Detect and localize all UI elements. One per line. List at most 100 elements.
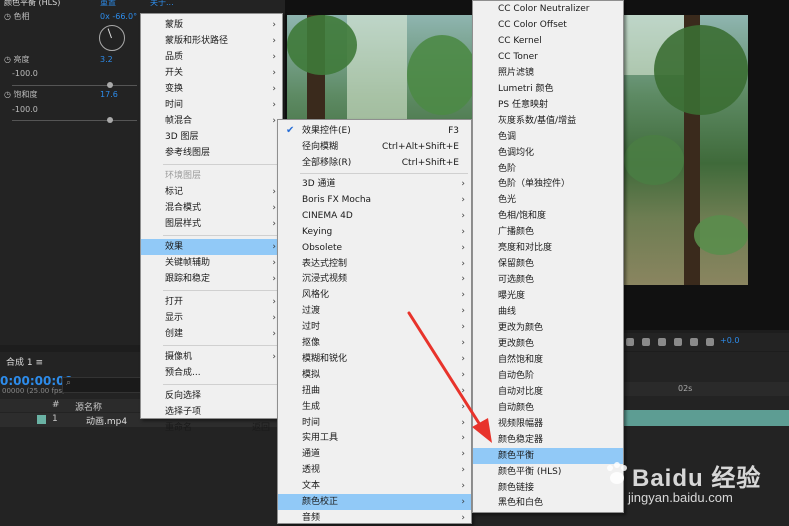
stopwatch-icon[interactable]: ◷ <box>4 12 14 21</box>
lightness-param[interactable]: ◷ 亮度 <box>4 53 30 67</box>
menu-item[interactable]: 效果 › <box>141 239 282 255</box>
menu-item[interactable]: 图层样式 › <box>141 216 282 232</box>
menu-item-category[interactable]: 风格化 › <box>278 287 471 303</box>
menu-item-color-effect[interactable]: CC Toner <box>473 49 623 65</box>
menu-item-category[interactable]: 音频 › <box>278 510 471 526</box>
menu-item-color-effect[interactable]: 广播颜色 <box>473 224 623 240</box>
menu-item-color-effect[interactable]: 更改颜色 <box>473 336 623 352</box>
grid-icon[interactable] <box>674 338 682 346</box>
menu-item-color-effect[interactable]: 色光 <box>473 192 623 208</box>
menu-item-color-effect[interactable]: 色阶 <box>473 161 623 177</box>
menu-item[interactable]: 品质 › <box>141 49 282 65</box>
menu-item-category[interactable]: 颜色校正 › <box>278 494 471 510</box>
menu-item-color-effect[interactable]: CC Color Offset <box>473 17 623 33</box>
saturation-slider-knob[interactable] <box>107 117 113 123</box>
menu-item-category[interactable]: 过渡 › <box>278 303 471 319</box>
menu-item[interactable]: 选择子项 <box>141 404 282 420</box>
menu-item-color-effect[interactable]: 更改为颜色 <box>473 320 623 336</box>
menu-item-color-effect[interactable]: 颜色平衡 <box>473 447 623 464</box>
menu-item-color-effect[interactable]: 黑色和白色 <box>473 495 623 511</box>
saturation-param[interactable]: ◷ 饱和度 <box>4 88 38 102</box>
hue-value[interactable]: 0x -66.0° <box>100 10 137 24</box>
menu-item-category[interactable]: 模拟 › <box>278 367 471 383</box>
hue-param[interactable]: ◷ 色相 <box>4 10 30 24</box>
menu-item-category[interactable]: 实用工具 › <box>278 430 471 446</box>
saturation-value[interactable]: 17.6 <box>100 88 118 102</box>
menu-item[interactable]: 反向选择 <box>141 388 282 404</box>
camera-icon[interactable] <box>626 338 634 346</box>
menu-item-category[interactable]: Keying › <box>278 224 471 240</box>
menu-item[interactable]: 变换 › <box>141 81 282 97</box>
menu-item-category[interactable]: 扭曲 › <box>278 383 471 399</box>
menu-item-category[interactable]: 模糊和锐化 › <box>278 351 471 367</box>
menu-item[interactable]: 蒙版和形状路径 › <box>141 33 282 49</box>
menu-item-color-effect[interactable]: 色调 <box>473 129 623 145</box>
comp-tab[interactable]: 合成 1 ≡ <box>6 355 43 368</box>
menu-item-category[interactable]: 时间 › <box>278 415 471 431</box>
menu-item-category[interactable]: 透视 › <box>278 462 471 478</box>
menu-item-color-effect[interactable]: 自动对比度 <box>473 384 623 400</box>
menu-item[interactable]: 显示 › <box>141 310 282 326</box>
hue-dial[interactable] <box>99 25 125 51</box>
menu-item-color-effect[interactable]: 可选颜色 <box>473 272 623 288</box>
lightness-value[interactable]: 3.2 <box>100 53 113 67</box>
menu-item-remove-all[interactable]: 全部移除(R) Ctrl+Shift+E <box>278 155 471 171</box>
menu-item-effect-controls[interactable]: ✔ 效果控件(E) F3 <box>278 123 471 139</box>
menu-item[interactable]: 创建 › <box>141 326 282 342</box>
stopwatch-icon[interactable]: ◷ <box>4 55 14 64</box>
menu-item-category[interactable]: 文本 › <box>278 478 471 494</box>
about-link[interactable]: 关于... <box>150 0 174 10</box>
menu-item[interactable]: 混合模式 › <box>141 200 282 216</box>
menu-item[interactable]: 重命名 返回 <box>141 420 282 436</box>
channel-icon[interactable] <box>642 338 650 346</box>
menu-item-color-effect[interactable]: 自然饱和度 <box>473 352 623 368</box>
menu-item-category[interactable]: Boris FX Mocha › <box>278 192 471 208</box>
region-icon[interactable] <box>658 338 666 346</box>
menu-item-category[interactable]: 沉浸式视频 › <box>278 271 471 287</box>
menu-item-category[interactable]: 抠像 › <box>278 335 471 351</box>
menu-item[interactable]: 开关 › <box>141 65 282 81</box>
search-input[interactable]: ⌕ <box>62 377 144 393</box>
menu-item[interactable]: 蒙版 › <box>141 17 282 33</box>
layer-label-color[interactable] <box>37 415 46 424</box>
tab-menu-icon[interactable]: ≡ <box>35 358 43 368</box>
menu-item[interactable]: 标记 › <box>141 184 282 200</box>
menu-item-color-effect[interactable]: 曲线 <box>473 304 623 320</box>
menu-item-category[interactable]: 生成 › <box>278 399 471 415</box>
menu-item-category[interactable]: 3D 通道 › <box>278 176 471 192</box>
exposure-value[interactable]: +0.0 <box>720 336 739 345</box>
menu-item[interactable]: 参考线图层 <box>141 145 282 161</box>
menu-item-color-effect[interactable]: CC Kernel <box>473 33 623 49</box>
menu-item-category[interactable]: CINEMA 4D › <box>278 208 471 224</box>
menu-item-color-effect[interactable]: 色调均化 <box>473 145 623 161</box>
menu-item-radial-blur[interactable]: 径向模糊 Ctrl+Alt+Shift+E <box>278 139 471 155</box>
menu-item[interactable]: 3D 图层 <box>141 129 282 145</box>
lightness-slider[interactable] <box>12 85 137 86</box>
menu-item-color-effect[interactable]: 色相/饱和度 <box>473 208 623 224</box>
menu-item-category[interactable]: 过时 › <box>278 319 471 335</box>
menu-item[interactable]: 关键帧辅助 › <box>141 255 282 271</box>
menu-item[interactable]: 打开 › <box>141 294 282 310</box>
menu-item-category[interactable]: 表达式控制 › <box>278 256 471 272</box>
menu-item[interactable]: 跟踪和稳定 › <box>141 271 282 287</box>
menu-item[interactable]: 预合成... <box>141 365 282 381</box>
menu-item-color-effect[interactable]: 亮度和对比度 <box>473 240 623 256</box>
menu-item-color-effect[interactable]: Lumetri 颜色 <box>473 81 623 97</box>
menu-item-color-effect[interactable]: 照片滤镜 <box>473 65 623 81</box>
menu-item-color-effect[interactable]: PS 任意映射 <box>473 97 623 113</box>
menu-item-color-effect[interactable]: 颜色平衡 (HLS) <box>473 464 623 480</box>
menu-item-category[interactable]: Obsolete › <box>278 240 471 256</box>
reset-link[interactable]: 重置 <box>100 0 116 10</box>
exposure-icon[interactable] <box>706 338 714 346</box>
menu-item-color-effect[interactable]: 保留颜色 <box>473 256 623 272</box>
menu-item-color-effect[interactable]: 曝光度 <box>473 288 623 304</box>
menu-item-color-effect[interactable]: 颜色稳定器 <box>473 432 623 448</box>
menu-item-color-effect[interactable]: 色阶（单独控件） <box>473 176 623 192</box>
menu-item-color-effect[interactable]: 颜色链接 <box>473 480 623 496</box>
stopwatch-icon[interactable]: ◷ <box>4 90 14 99</box>
saturation-slider[interactable] <box>12 120 137 121</box>
menu-item-color-effect[interactable]: 自动颜色 <box>473 400 623 416</box>
menu-item-color-effect[interactable]: 灰度系数/基值/增益 <box>473 113 623 129</box>
menu-item-color-effect[interactable]: CC Color Neutralizer <box>473 1 623 17</box>
menu-item[interactable]: 环境图层 <box>141 168 282 184</box>
